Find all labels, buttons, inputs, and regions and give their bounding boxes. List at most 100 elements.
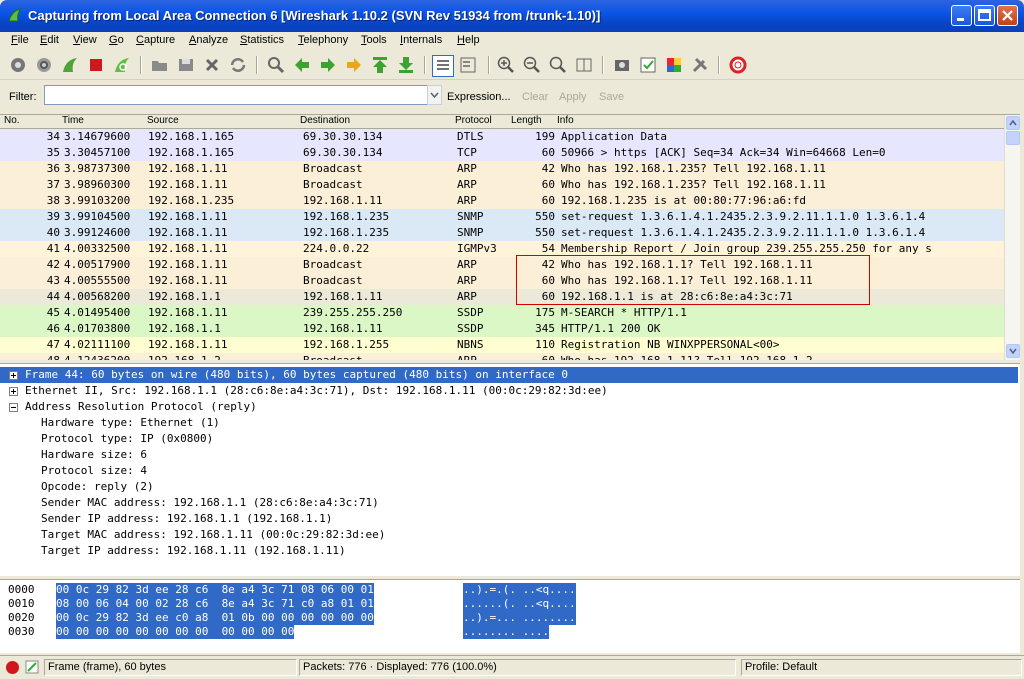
maximize-button[interactable] <box>974 5 995 26</box>
start-capture-icon[interactable] <box>60 55 80 75</box>
close-button[interactable] <box>997 5 1018 26</box>
scroll-down-button[interactable] <box>1006 344 1020 358</box>
hex-bytes[interactable]: 00 0c 29 82 3d ee c0 a8 01 0b 00 00 00 0… <box>56 611 374 625</box>
coloring-rules-icon[interactable] <box>664 55 684 75</box>
column-header-destination[interactable]: Destination <box>300 115 350 126</box>
go-to-packet-icon[interactable] <box>344 55 364 75</box>
packet-row[interactable]: 37 3.98960300 192.168.1.11 Broadcast ARP 60 Wh… <box>0 177 1004 193</box>
reload-icon[interactable] <box>228 55 248 75</box>
column-header-source[interactable]: Source <box>147 115 179 126</box>
help-icon[interactable] <box>728 55 748 75</box>
hex-ascii[interactable]: ..).=... ........ <box>463 611 576 625</box>
expand-icon[interactable] <box>9 387 18 396</box>
menu-analyze[interactable]: Analyze <box>189 34 228 46</box>
packet-row[interactable]: 45 4.01495400 192.168.1.11 239.255.255.250 S… <box>0 305 1004 321</box>
scroll-thumb[interactable] <box>1006 131 1020 145</box>
stop-capture-icon[interactable] <box>86 55 106 75</box>
detail-tree-item[interactable]: Protocol size: 4 <box>0 463 1018 479</box>
column-header-length[interactable]: Length <box>511 115 542 126</box>
column-header-no[interactable]: No. <box>4 115 20 126</box>
packet-details-tree: Frame 44: 60 bytes on wire (480 bits), 6… <box>0 363 1020 576</box>
menu-go[interactable]: Go <box>109 34 124 46</box>
autoscroll-icon[interactable] <box>458 55 478 75</box>
hex-ascii[interactable]: ........ .... <box>463 625 550 639</box>
resize-columns-icon[interactable] <box>574 55 594 75</box>
menu-statistics[interactable]: Statistics <box>240 34 284 46</box>
interfaces-icon[interactable] <box>8 55 28 75</box>
menu-help[interactable]: Help <box>457 34 480 46</box>
status-profile[interactable]: Profile: Default <box>741 659 1022 676</box>
packet-row[interactable]: 38 3.99103200 192.168.1.235 192.168.1.11 ARP… <box>0 193 1004 209</box>
filter-dropdown-button[interactable] <box>427 85 442 105</box>
find-icon[interactable] <box>266 55 286 75</box>
first-packet-icon[interactable] <box>370 55 390 75</box>
expert-info-icon[interactable] <box>5 660 20 675</box>
packet-row[interactable]: 47 4.02111100 192.168.1.11 192.168.1.255 NBN… <box>0 337 1004 353</box>
detail-tree-item[interactable]: Protocol type: IP (0x0800) <box>0 431 1018 447</box>
capture-options-icon[interactable] <box>34 55 54 75</box>
hex-bytes[interactable]: 00 00 00 00 00 00 00 00 00 00 00 00 <box>56 625 295 639</box>
expand-icon[interactable] <box>9 371 18 380</box>
cell-no: 47 <box>46 338 60 351</box>
forward-icon[interactable] <box>318 55 338 75</box>
packet-row[interactable]: 48 4.12436200 192.168.1.2 Broadcast ARP 60 Who… <box>0 353 1004 360</box>
packet-row[interactable]: 46 4.01703800 192.168.1.1 192.168.1.11 SSDP 3… <box>0 321 1004 337</box>
capture-comment-icon[interactable] <box>24 659 40 675</box>
hex-bytes[interactable]: 08 00 06 04 00 02 28 c6 8e a4 3c 71 c0 a… <box>56 597 374 611</box>
restart-capture-icon[interactable] <box>112 55 132 75</box>
menu-view[interactable]: View <box>73 34 97 46</box>
column-header-info[interactable]: Info <box>557 115 574 126</box>
menu-telephony[interactable]: Telephony <box>298 34 348 46</box>
open-icon[interactable] <box>150 55 170 75</box>
detail-tree-item[interactable]: Target MAC address: 192.168.1.11 (00:0c:… <box>0 527 1018 543</box>
detail-tree-item[interactable]: Target IP address: 192.168.1.11 (192.168… <box>0 543 1018 559</box>
back-icon[interactable] <box>292 55 312 75</box>
zoom-out-icon[interactable] <box>522 55 542 75</box>
preferences-icon[interactable] <box>690 55 710 75</box>
cell-source: 192.168.1.11 <box>148 210 228 223</box>
column-header-protocol[interactable]: Protocol <box>455 115 492 126</box>
expression-button[interactable]: Expression... <box>447 91 511 103</box>
hex-ascii[interactable]: ......(. ..<q.... <box>463 597 576 611</box>
capture-filters-icon[interactable] <box>612 55 632 75</box>
detail-tree-item[interactable]: Hardware size: 6 <box>0 447 1018 463</box>
detail-tree-item[interactable]: Hardware type: Ethernet (1) <box>0 415 1018 431</box>
menu-capture[interactable]: Capture <box>136 34 175 46</box>
zoom-in-icon[interactable] <box>496 55 516 75</box>
detail-tree-item[interactable]: Sender IP address: 192.168.1.1 (192.168.… <box>0 511 1018 527</box>
save-filter-button[interactable]: Save <box>599 91 624 103</box>
menu-file[interactable]: File <box>11 34 29 46</box>
hex-ascii[interactable]: ..).=.(. ..<q.... <box>463 583 576 597</box>
detail-tree-item[interactable]: Address Resolution Protocol (reply) <box>0 399 1018 415</box>
apply-button[interactable]: Apply <box>559 91 587 103</box>
packet-row[interactable]: 35 3.30457100 192.168.1.165 69.30.30.134 TCP… <box>0 145 1004 161</box>
detail-tree-item[interactable]: Frame 44: 60 bytes on wire (480 bits), 6… <box>0 367 1018 383</box>
maximize-icon <box>978 9 991 21</box>
packet-row[interactable]: 39 3.99104500 192.168.1.11 192.168.1.235 SNM… <box>0 209 1004 225</box>
hex-bytes[interactable]: 00 0c 29 82 3d ee 28 c6 8e a4 3c 71 08 0… <box>56 583 374 597</box>
packet-row[interactable]: 36 3.98737300 192.168.1.11 Broadcast ARP 42 Wh… <box>0 161 1004 177</box>
menu-tools[interactable]: Tools <box>361 34 387 46</box>
display-filters-icon[interactable] <box>638 55 658 75</box>
collapse-icon[interactable] <box>9 403 18 412</box>
detail-tree-item[interactable]: Sender MAC address: 192.168.1.1 (28:c6:8… <box>0 495 1018 511</box>
cell-time: 4.00555500 <box>64 274 131 287</box>
clear-button[interactable]: Clear <box>522 91 548 103</box>
scroll-up-button[interactable] <box>1006 116 1020 130</box>
cell-length: 550 <box>535 210 555 223</box>
normal-size-icon[interactable] <box>548 55 568 75</box>
minimize-button[interactable] <box>951 5 972 26</box>
menu-internals[interactable]: Internals <box>400 34 442 46</box>
packet-list-scrollbar[interactable] <box>1004 115 1020 360</box>
menu-edit[interactable]: Edit <box>40 34 59 46</box>
filter-input[interactable] <box>44 85 428 105</box>
close-file-icon[interactable] <box>202 55 222 75</box>
save-icon[interactable] <box>176 55 196 75</box>
column-header-time[interactable]: Time <box>62 115 84 126</box>
last-packet-icon[interactable] <box>396 55 416 75</box>
packet-row[interactable]: 34 3.14679600 192.168.1.165 69.30.30.134 DTL… <box>0 129 1004 145</box>
detail-tree-item[interactable]: Ethernet II, Src: 192.168.1.1 (28:c6:8e:… <box>0 383 1018 399</box>
packet-row[interactable]: 40 3.99124600 192.168.1.11 192.168.1.235 SNM… <box>0 225 1004 241</box>
colorize-icon[interactable] <box>432 55 454 77</box>
detail-tree-item[interactable]: Opcode: reply (2) <box>0 479 1018 495</box>
